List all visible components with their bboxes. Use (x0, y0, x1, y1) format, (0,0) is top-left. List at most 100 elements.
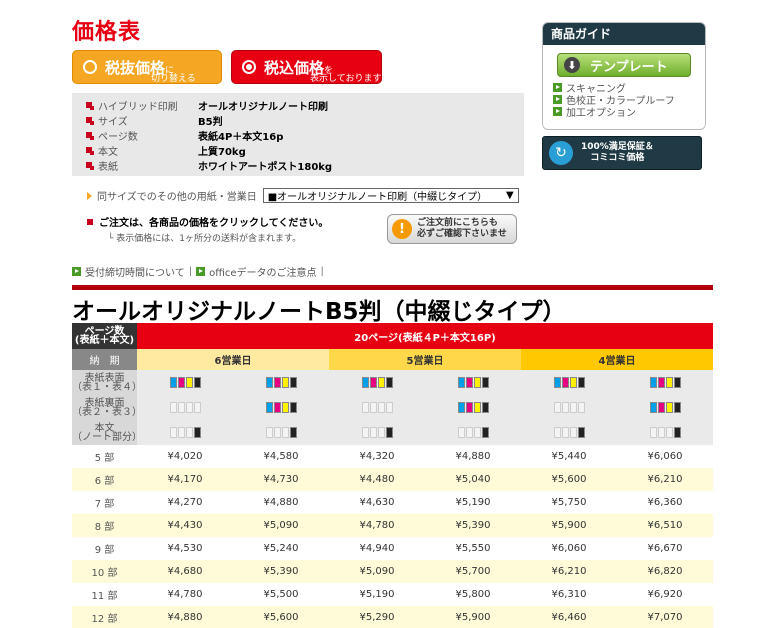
template-button[interactable]: ⬇ テンプレート (557, 53, 691, 77)
price-cell[interactable]: ¥4,270 (137, 491, 233, 514)
price-row: 7 部 ¥4,270 ¥4,880 ¥4,630 ¥5,190 ¥5,750 ¥6,360 (72, 491, 713, 514)
price-cell[interactable]: ¥5,700 (425, 560, 521, 583)
price-cell[interactable]: ¥5,190 (425, 491, 521, 514)
price-cell[interactable]: ¥4,530 (137, 537, 233, 560)
table-title: オールオリジナルノートB5判（中綴じタイプ） (72, 299, 566, 325)
spec-row: 本文 上質70kg (86, 143, 246, 158)
guide-link-options[interactable]: 加工オプション (543, 105, 705, 119)
price-cell[interactable]: ¥4,430 (137, 514, 233, 537)
price-cell[interactable]: ¥5,390 (233, 560, 329, 583)
price-cell[interactable]: ¥4,680 (137, 560, 233, 583)
bullet-icon (86, 162, 92, 168)
black-ink-icon (265, 426, 297, 438)
price-cell[interactable]: ¥7,070 (617, 606, 713, 628)
ink-cell (137, 420, 233, 445)
size-select[interactable]: ■オールオリジナルノート印刷（中綴じタイプ） ▼ (262, 188, 519, 203)
price-row: 9 部 ¥4,530 ¥5,240 ¥4,940 ¥5,550 ¥6,060 ¥6,670 (72, 537, 713, 560)
price-cell[interactable]: ¥5,600 (521, 468, 617, 491)
ink-row-cover-back: 表紙裏面 （表２・表３） (72, 395, 713, 420)
spec-value: オールオリジナルノート印刷 (198, 101, 328, 113)
price-cell[interactable]: ¥6,670 (617, 537, 713, 560)
download-icon: ⬇ (564, 57, 580, 73)
price-cell[interactable]: ¥5,040 (425, 468, 521, 491)
radio-unselected-icon (83, 60, 97, 74)
price-cell[interactable]: ¥4,580 (233, 445, 329, 468)
tax-inclusive-button[interactable]: 税込価格を 表示しております (231, 50, 382, 84)
ink-cell (425, 395, 521, 420)
tax-exclusive-button[interactable]: 税抜価格に 切り替える (72, 50, 222, 84)
cmyk-ink-icon (265, 401, 297, 413)
bullet-icon (86, 102, 92, 108)
price-cell[interactable]: ¥5,090 (233, 514, 329, 537)
spec-value: 表紙4P＋本文16p (198, 131, 284, 143)
price-cell[interactable]: ¥5,390 (425, 514, 521, 537)
price-cell[interactable]: ¥5,550 (425, 537, 521, 560)
triangle-bullet-icon (87, 191, 92, 200)
ink-cell (233, 420, 329, 445)
link-deadline[interactable]: 受付締切時間について (85, 264, 185, 279)
satisfaction-banner[interactable]: ↻ 100%満足保証＆ コミコミ価格 (542, 136, 702, 170)
price-cell[interactable]: ¥4,730 (233, 468, 329, 491)
price-cell[interactable]: ¥6,820 (617, 560, 713, 583)
black-ink-icon (361, 426, 393, 438)
price-cell[interactable]: ¥6,920 (617, 583, 713, 606)
price-cell[interactable]: ¥4,880 (233, 491, 329, 514)
price-cell[interactable]: ¥5,800 (425, 583, 521, 606)
price-cell[interactable]: ¥5,290 (329, 606, 425, 628)
price-cell[interactable]: ¥6,060 (521, 537, 617, 560)
price-cell[interactable]: ¥4,320 (329, 445, 425, 468)
price-cell[interactable]: ¥6,310 (521, 583, 617, 606)
ink-cell (329, 370, 425, 395)
price-cell[interactable]: ¥4,940 (329, 537, 425, 560)
price-cell[interactable]: ¥5,190 (329, 583, 425, 606)
price-cell[interactable]: ¥5,440 (521, 445, 617, 468)
ink-cell (425, 420, 521, 445)
price-cell[interactable]: ¥4,880 (425, 445, 521, 468)
price-row: 12 部 ¥4,880 ¥5,600 ¥5,290 ¥5,900 ¥6,460 ¥7,070 (72, 606, 713, 628)
cmyk-ink-icon (553, 376, 585, 388)
price-cell[interactable]: ¥4,630 (329, 491, 425, 514)
cmyk-ink-icon (361, 376, 393, 388)
product-guide: 商品ガイド ⬇ テンプレート スキャニング 色校正・カラープルーフ 加工オプショ… (542, 22, 706, 130)
price-cell[interactable]: ¥6,510 (617, 514, 713, 537)
price-cell[interactable]: ¥4,780 (137, 583, 233, 606)
price-cell[interactable]: ¥5,900 (425, 606, 521, 628)
price-cell[interactable]: ¥5,750 (521, 491, 617, 514)
price-cell[interactable]: ¥4,880 (137, 606, 233, 628)
price-cell[interactable]: ¥6,360 (617, 491, 713, 514)
price-cell[interactable]: ¥6,210 (521, 560, 617, 583)
ink-label: 表紙表面 （表１・表４） (72, 370, 142, 395)
cmyk-ink-icon (265, 376, 297, 388)
price-cell[interactable]: ¥5,500 (233, 583, 329, 606)
price-cell[interactable]: ¥5,900 (521, 514, 617, 537)
price-cell[interactable]: ¥6,210 (617, 468, 713, 491)
ink-row-cover-front: 表紙表面 （表１・表４） (72, 370, 713, 395)
ink-cell (233, 395, 329, 420)
ink-cell (233, 370, 329, 395)
link-separator: | (188, 266, 193, 277)
spec-row: ハイブリッド印刷 オールオリジナルノート印刷 (86, 98, 328, 113)
link-office-data[interactable]: officeデータのご注意点 (209, 264, 316, 279)
price-cell[interactable]: ¥4,170 (137, 468, 233, 491)
arrow-right-icon (553, 82, 562, 92)
price-cell[interactable]: ¥6,460 (521, 606, 617, 628)
confirm-before-order-button[interactable]: ! ご注文前にこちらも 必ずご確認下さいませ (387, 214, 517, 244)
price-cell[interactable]: ¥5,600 (233, 606, 329, 628)
spec-key: 本文 (98, 146, 118, 158)
spec-key: 表紙 (98, 161, 118, 173)
price-cell[interactable]: ¥4,780 (329, 514, 425, 537)
price-cell[interactable]: ¥4,480 (329, 468, 425, 491)
template-button-label: テンプレート (590, 59, 668, 75)
ink-cell (137, 370, 233, 395)
spec-value: ホワイトアートポスト180kg (198, 161, 333, 173)
ink-cell (521, 420, 617, 445)
price-cell[interactable]: ¥5,090 (329, 560, 425, 583)
order-notice-text: ご注文は、各商品の価格をクリックしてください。 (99, 218, 329, 229)
price-row: 8 部 ¥4,430 ¥5,090 ¥4,780 ¥5,390 ¥5,900 ¥6,510 (72, 514, 713, 537)
price-cell[interactable]: ¥4,020 (137, 445, 233, 468)
price-cell[interactable]: ¥5,240 (233, 537, 329, 560)
warning-icon: ! (392, 219, 412, 239)
price-cell[interactable]: ¥6,060 (617, 445, 713, 468)
cmyk-ink-icon (649, 376, 681, 388)
cmyk-ink-icon (457, 376, 489, 388)
